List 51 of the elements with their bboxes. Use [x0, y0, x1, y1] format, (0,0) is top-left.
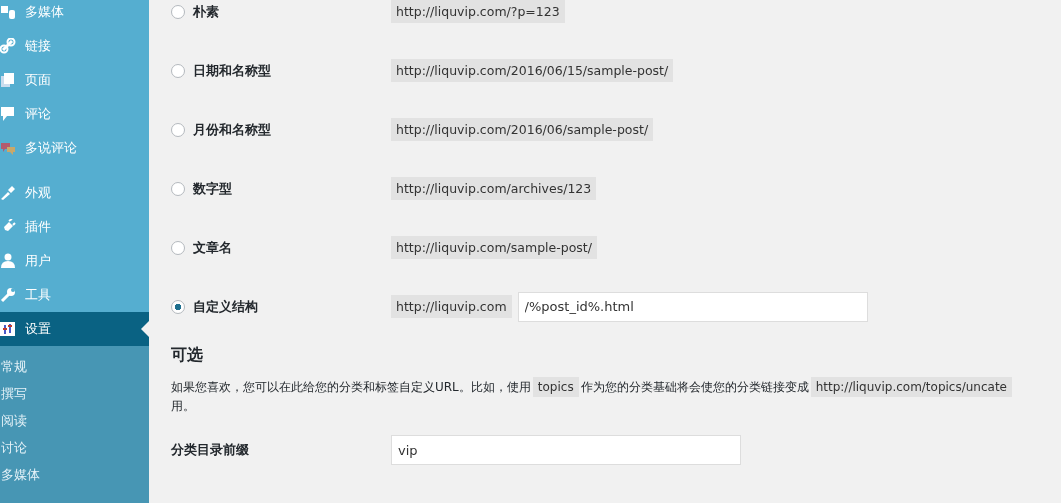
menu-item[interactable]: 插件 [0, 210, 149, 244]
menu-item[interactable]: 用户 [0, 244, 149, 278]
brush-icon [0, 185, 16, 201]
option-label: 自定义结构 [193, 297, 258, 316]
radio-button[interactable] [171, 63, 185, 78]
description-text: 如果您喜欢，您可以在此给您的分类和标签自定义URL。比如，使用 [171, 380, 531, 394]
submenu-item[interactable]: 撰写 [0, 380, 149, 407]
media-icon [0, 4, 16, 20]
link-icon [0, 38, 16, 54]
menu-item[interactable]: 链接 [0, 29, 149, 63]
radio-button[interactable] [171, 4, 185, 19]
structure-field[interactable]: /%post_id%.html [517, 291, 868, 322]
code-text: http://liquvip.com/topics/uncate [810, 377, 1012, 397]
chat-bubbles-icon [0, 140, 16, 156]
page-icon [0, 72, 16, 88]
submenu-item[interactable]: 阅读 [0, 407, 149, 434]
option-label: 朴素 [193, 2, 219, 21]
menu-item[interactable]: 设置 [0, 312, 149, 346]
settings-icon [0, 321, 16, 337]
radio-button[interactable] [171, 122, 185, 137]
menu-item[interactable]: 外观 [0, 176, 149, 210]
description-text: 用。 [171, 399, 195, 413]
submenu-item[interactable]: 常规 [0, 353, 149, 380]
radio-button[interactable] [171, 240, 185, 255]
menu-item[interactable]: 多媒体 [0, 0, 149, 29]
pointer-icon [141, 321, 149, 337]
option-label: 日期和名称型 [193, 61, 271, 80]
url-example: http://liquvip.com/2016/06/15/sample-post/ [391, 59, 674, 82]
url-example: http://liquvip.com [391, 295, 512, 318]
user-icon [0, 253, 16, 269]
menu-item[interactable]: 页面 [0, 63, 149, 97]
url-example: http://liquvip.com/?p=123 [391, 0, 565, 23]
url-example: http://liquvip.com/2016/06/sample-post/ [391, 118, 654, 141]
comment-icon [0, 106, 16, 122]
submenu-item[interactable]: 讨论 [0, 434, 149, 461]
menu-item[interactable]: 评论 [0, 97, 149, 131]
radio-button[interactable] [171, 299, 185, 314]
description-text: 作为您的分类基础将会使您的分类链接变成 [580, 380, 809, 394]
submenu-item[interactable]: 多媒体 [0, 461, 149, 488]
menu-item[interactable]: 工具 [0, 278, 149, 312]
section-heading: 可选 [171, 345, 204, 366]
menu-item[interactable]: 多说评论 [0, 131, 149, 165]
url-example: http://liquvip.com/archives/123 [391, 177, 597, 200]
radio-button[interactable] [171, 181, 185, 196]
field-label: 分类目录前缀 [171, 441, 250, 459]
option-label: 文章名 [193, 238, 232, 257]
url-example: http://liquvip.com/sample-post/ [391, 236, 597, 259]
code-text: topics [532, 377, 579, 397]
option-label: 数字型 [193, 179, 232, 198]
option-label: 月份和名称型 [193, 120, 271, 139]
text-field[interactable]: vip [391, 435, 741, 465]
